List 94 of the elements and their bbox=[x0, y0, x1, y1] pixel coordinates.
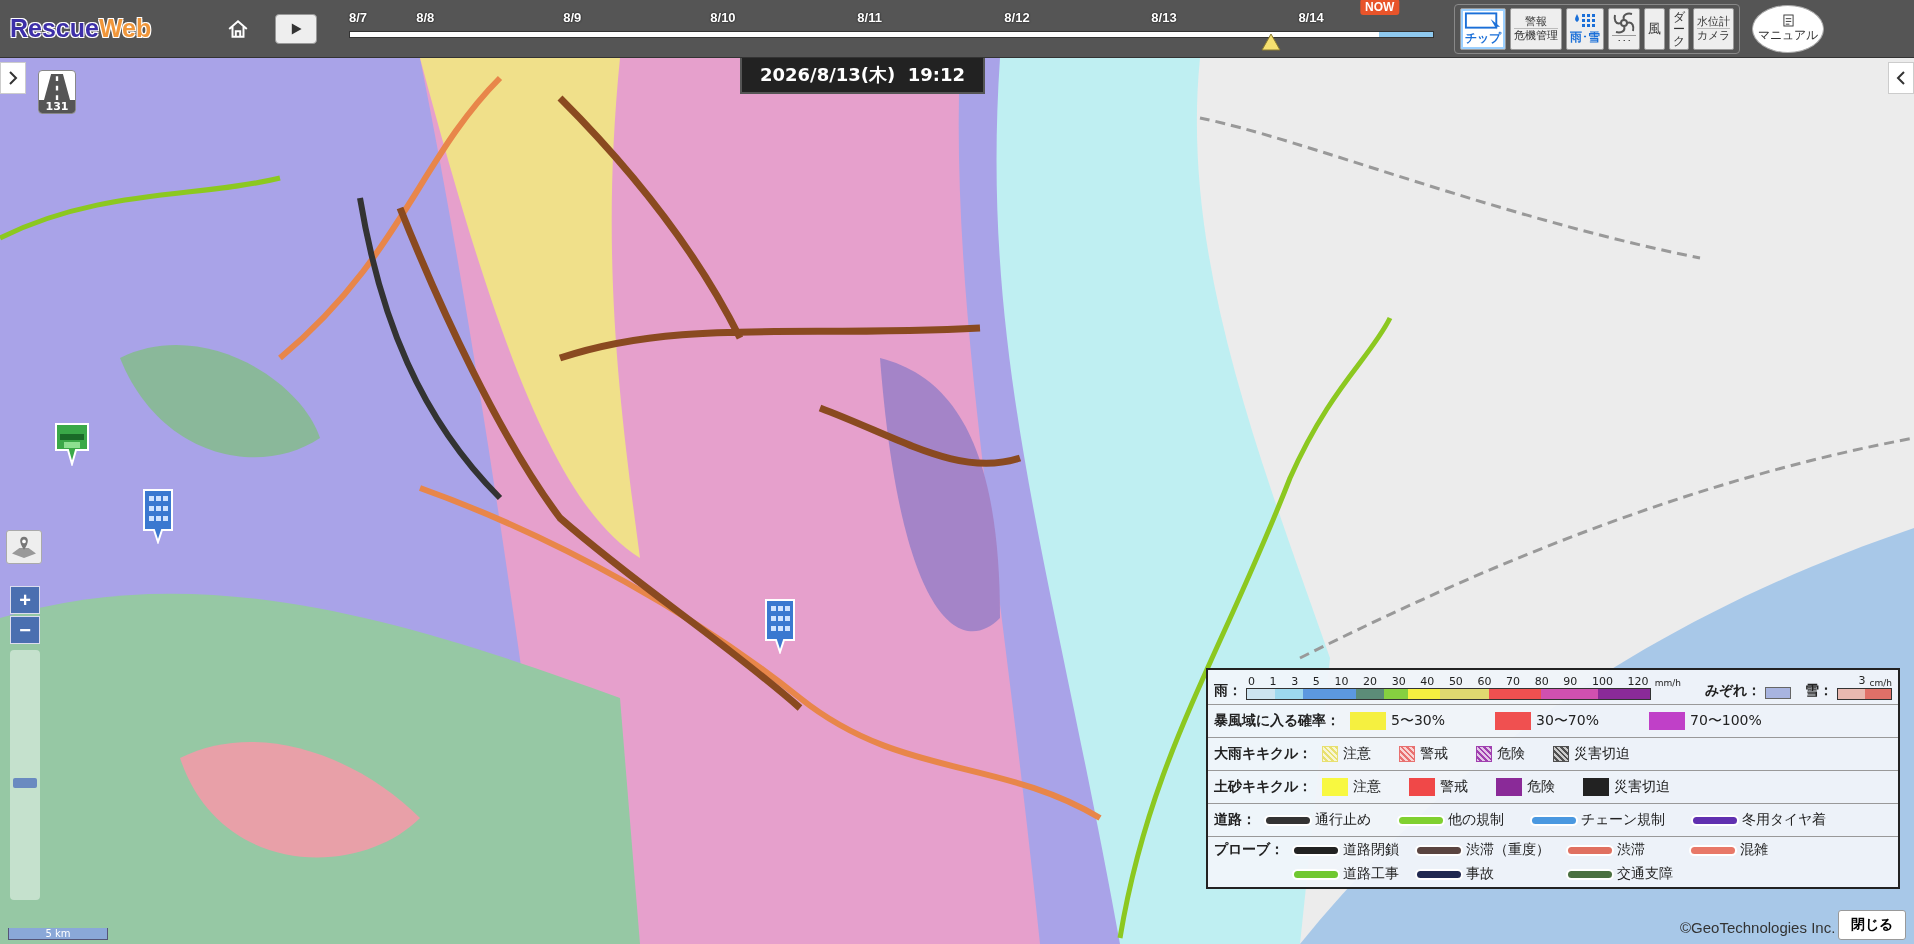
scale-tick: 30 bbox=[1391, 675, 1406, 688]
scale-tick: 3 bbox=[1291, 675, 1299, 688]
logo-text: Rescue bbox=[10, 14, 99, 43]
route-number: 131 bbox=[39, 100, 75, 113]
play-icon bbox=[289, 21, 303, 36]
legend-label: 雪： bbox=[1804, 682, 1833, 700]
legend-item-label: 渋滞（重度） bbox=[1466, 841, 1550, 859]
legend-item-label: 混雑 bbox=[1740, 841, 1768, 859]
highway-icon bbox=[44, 74, 70, 100]
legend-item-label: 注意 bbox=[1353, 778, 1381, 796]
now-badge[interactable]: NOW bbox=[1360, 0, 1400, 15]
zoom-slider-track[interactable] bbox=[10, 650, 40, 900]
chevron-right-icon bbox=[8, 70, 18, 86]
legend-item-label: 事故 bbox=[1466, 865, 1494, 883]
date-tick: 8/14 bbox=[1298, 9, 1324, 25]
expand-toggle[interactable] bbox=[0, 62, 26, 94]
legend-item-label: 70〜100% bbox=[1689, 712, 1762, 730]
rain-button[interactable]: 雨･雪 bbox=[1566, 7, 1604, 50]
legend-item-label: 通行止め bbox=[1315, 811, 1371, 829]
scale-tick: 10 bbox=[1334, 675, 1349, 688]
collapse-toggle[interactable] bbox=[1888, 62, 1914, 94]
legend-label: みぞれ： bbox=[1704, 682, 1761, 700]
date-tick: 8/10 bbox=[710, 9, 736, 25]
legend-item-label: 渋滞 bbox=[1617, 841, 1645, 859]
close-button[interactable]: 閉じる bbox=[1838, 910, 1906, 940]
manual-button[interactable]: マニュアル bbox=[1752, 4, 1824, 53]
datetime-label: 2026/8/13(木) 19:12 bbox=[740, 58, 986, 94]
legend-item-label: 災害切迫 bbox=[1614, 778, 1670, 796]
pointer-icon bbox=[1464, 11, 1502, 32]
logo-text: Web bbox=[98, 14, 152, 43]
legend-item-label: 冬用タイヤ着 bbox=[1742, 811, 1826, 829]
scale-tick: 90 bbox=[1563, 675, 1578, 688]
scale-tick: 80 bbox=[1534, 675, 1549, 688]
timeline-thumb[interactable] bbox=[1261, 32, 1282, 51]
date-tick: 8/8 bbox=[416, 9, 435, 25]
legend-item-label: 危険 bbox=[1527, 778, 1555, 796]
scale-tick: 5 bbox=[1312, 675, 1320, 688]
scale-tick: 100 bbox=[1591, 675, 1613, 688]
legend-label: 大雨キキクル： bbox=[1214, 745, 1312, 763]
stack-button[interactable]: 警報 危機管理 bbox=[1510, 7, 1562, 50]
zoom-out-button[interactable]: − bbox=[10, 616, 40, 644]
legend-label: 道路： bbox=[1214, 811, 1256, 829]
snow-color-bar bbox=[1836, 688, 1892, 700]
shop-marker-icon[interactable] bbox=[52, 420, 92, 466]
legend-label: プローブ： bbox=[1214, 841, 1284, 859]
scale-tick: 20 bbox=[1363, 675, 1378, 688]
date-tick: 8/7 bbox=[349, 9, 368, 25]
map-pin-icon bbox=[10, 535, 38, 559]
zoom-slider-thumb[interactable] bbox=[13, 777, 37, 788]
unit-label: cm/h bbox=[1869, 678, 1892, 688]
location-button[interactable] bbox=[6, 530, 42, 564]
home-icon[interactable] bbox=[227, 17, 249, 40]
legend-item-label: 危険 bbox=[1497, 745, 1525, 763]
legend-label: 暴風域に入る確率： bbox=[1214, 712, 1340, 730]
scale-tick: 40 bbox=[1420, 675, 1435, 688]
chip-button[interactable]: チップ bbox=[1460, 7, 1506, 50]
legend-item-label: 交通支障 bbox=[1617, 865, 1673, 883]
legend-item-label: 警戒 bbox=[1420, 745, 1448, 763]
timeline-track[interactable] bbox=[349, 30, 1434, 38]
typhoon-button[interactable]: ･･･ bbox=[1608, 7, 1640, 50]
legend-item-label: 災害切迫 bbox=[1574, 745, 1630, 763]
date-tick: 8/11 bbox=[857, 9, 882, 25]
legend-item-label: 道路工事 bbox=[1343, 865, 1399, 883]
scale-tick: 70 bbox=[1506, 675, 1521, 688]
zoom-in-button[interactable]: + bbox=[10, 586, 40, 614]
legend-label: 雨： bbox=[1214, 682, 1242, 700]
scale-tick: 120 bbox=[1627, 675, 1649, 688]
legend-item-label: チェーン規制 bbox=[1581, 811, 1665, 829]
scale-bar: 5 km bbox=[8, 928, 108, 940]
typhoon-icon bbox=[1612, 10, 1636, 35]
date-tick: 8/12 bbox=[1004, 9, 1030, 25]
scale-tick: 50 bbox=[1448, 675, 1463, 688]
scale-tick: 3 bbox=[1858, 674, 1866, 688]
legend-item-label: 道路閉鎖 bbox=[1343, 841, 1399, 859]
date-tick: 8/13 bbox=[1151, 9, 1177, 25]
legend-label: 土砂キキクル： bbox=[1214, 778, 1312, 796]
legend-item-label: 注意 bbox=[1343, 745, 1371, 763]
scale-tick: 60 bbox=[1477, 675, 1492, 688]
date-tick: 8/9 bbox=[563, 9, 582, 25]
scale-tick: 0 bbox=[1248, 675, 1255, 688]
stack-button[interactable]: 水位計 カメラ bbox=[1693, 7, 1734, 50]
document-icon bbox=[1782, 13, 1794, 27]
route-badge[interactable]: 131 bbox=[38, 70, 76, 114]
legend-item-label: 他の規制 bbox=[1448, 811, 1504, 829]
unit-label: mm/h bbox=[1654, 678, 1681, 688]
scale-tick: 1 bbox=[1269, 675, 1277, 688]
chevron-left-icon bbox=[1896, 70, 1906, 86]
vertical-button[interactable]: ダーク bbox=[1669, 7, 1689, 50]
legend-item-label: 警戒 bbox=[1440, 778, 1468, 796]
play-button[interactable] bbox=[275, 13, 317, 44]
single-button[interactable]: 風 bbox=[1644, 7, 1665, 50]
legend-item-label: 30〜70% bbox=[1536, 712, 1599, 730]
copyright-text: ©GeoTechnologies Inc. bbox=[1680, 919, 1836, 936]
legend-item-label: 5〜30% bbox=[1391, 712, 1446, 730]
